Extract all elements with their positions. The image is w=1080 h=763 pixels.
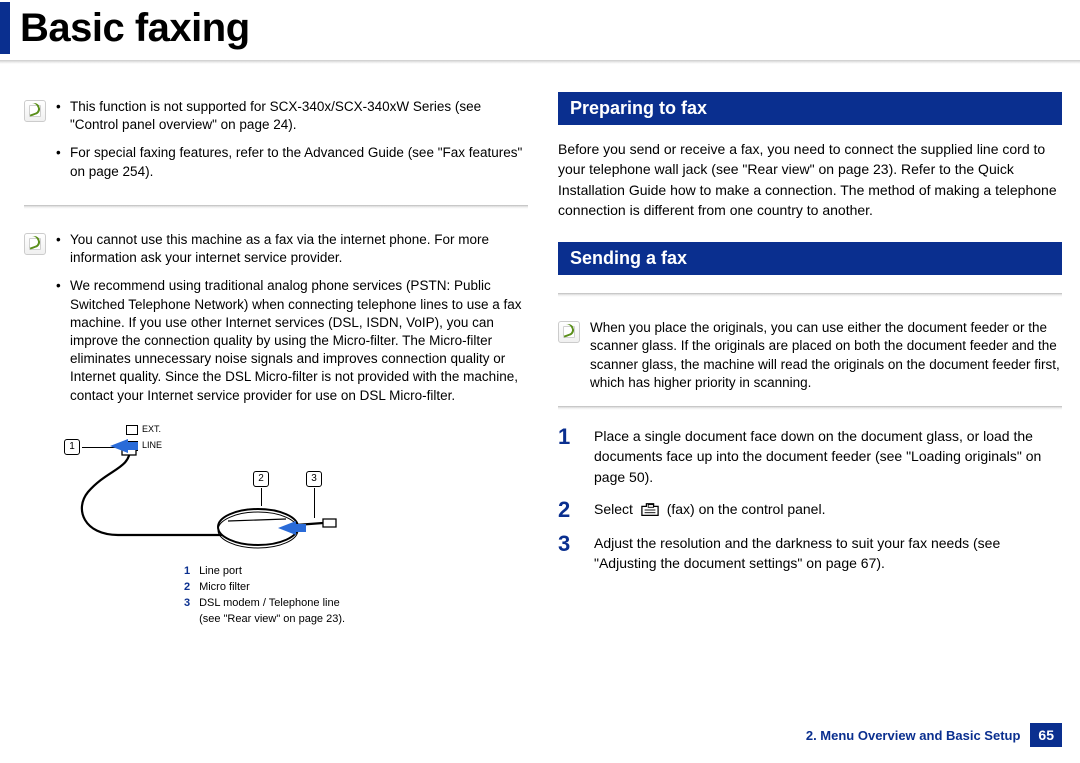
right-column: Preparing to fax Before you send or rece… (558, 92, 1062, 628)
content-columns: This function is not supported for SCX-3… (0, 64, 1080, 628)
step-text: Adjust the resolution and the darkness t… (594, 533, 1062, 574)
step-3: 3 Adjust the resolution and the darkness… (558, 533, 1062, 574)
legend-row: 3 DSL modem / Telephone line (184, 596, 528, 612)
left-column: This function is not supported for SCX-3… (24, 92, 528, 628)
step-1: 1 Place a single document face down on t… (558, 426, 1062, 487)
steps-list: 1 Place a single document face down on t… (558, 426, 1062, 573)
note-icon (558, 321, 580, 343)
note-box-1: This function is not supported for SCX-3… (24, 92, 528, 201)
divider (558, 406, 1062, 410)
footer-chapter: 2. Menu Overview and Basic Setup (806, 728, 1021, 743)
divider (24, 205, 528, 209)
diagram-legend: 1 Line port 2 Micro filter 3 DSL modem /… (184, 564, 528, 628)
note-box-2: You cannot use this machine as a fax via… (24, 225, 528, 425)
legend-row: 1 Line port (184, 564, 528, 580)
micro-filter-diagram: EXT. LINE 1 2 3 (48, 425, 528, 560)
cable-svg (78, 447, 338, 557)
note-icon (24, 100, 46, 122)
step-text: Place a single document face down on the… (594, 426, 1062, 487)
note1-item: This function is not supported for SCX-3… (56, 98, 528, 134)
ext-label: EXT. (142, 424, 161, 434)
note2-item: We recommend using traditional analog ph… (56, 277, 528, 405)
note1-item: For special faxing features, refer to th… (56, 144, 528, 180)
section-heading-sending: Sending a fax (558, 242, 1062, 275)
note-box-3: When you place the originals, you can us… (558, 313, 1062, 402)
legend-row: (see "Rear view" on page 23). (184, 612, 528, 628)
step-number: 2 (558, 499, 576, 521)
page-number: 65 (1030, 723, 1062, 747)
arrow-icon (110, 439, 128, 453)
preparing-body-text: Before you send or receive a fax, you ne… (558, 139, 1062, 220)
title-accent-bar (0, 2, 10, 54)
note-icon (24, 233, 46, 255)
step-text: Select (fax) on the control panel. (594, 499, 825, 521)
note2-item: You cannot use this machine as a fax via… (56, 231, 528, 267)
page-title: Basic faxing (20, 6, 250, 51)
legend-row: 2 Micro filter (184, 580, 528, 596)
divider (558, 293, 1062, 297)
step-number: 3 (558, 533, 576, 574)
arrow-icon (278, 521, 296, 535)
ext-port-icon (126, 425, 138, 435)
note3-text: When you place the originals, you can us… (590, 319, 1062, 392)
page-header: Basic faxing (0, 0, 1080, 54)
fax-icon (639, 501, 661, 519)
step-number: 1 (558, 426, 576, 487)
page-footer: 2. Menu Overview and Basic Setup 65 (806, 723, 1062, 747)
section-heading-preparing: Preparing to fax (558, 92, 1062, 125)
step-2: 2 Select (fax) on the control panel. (558, 499, 1062, 521)
